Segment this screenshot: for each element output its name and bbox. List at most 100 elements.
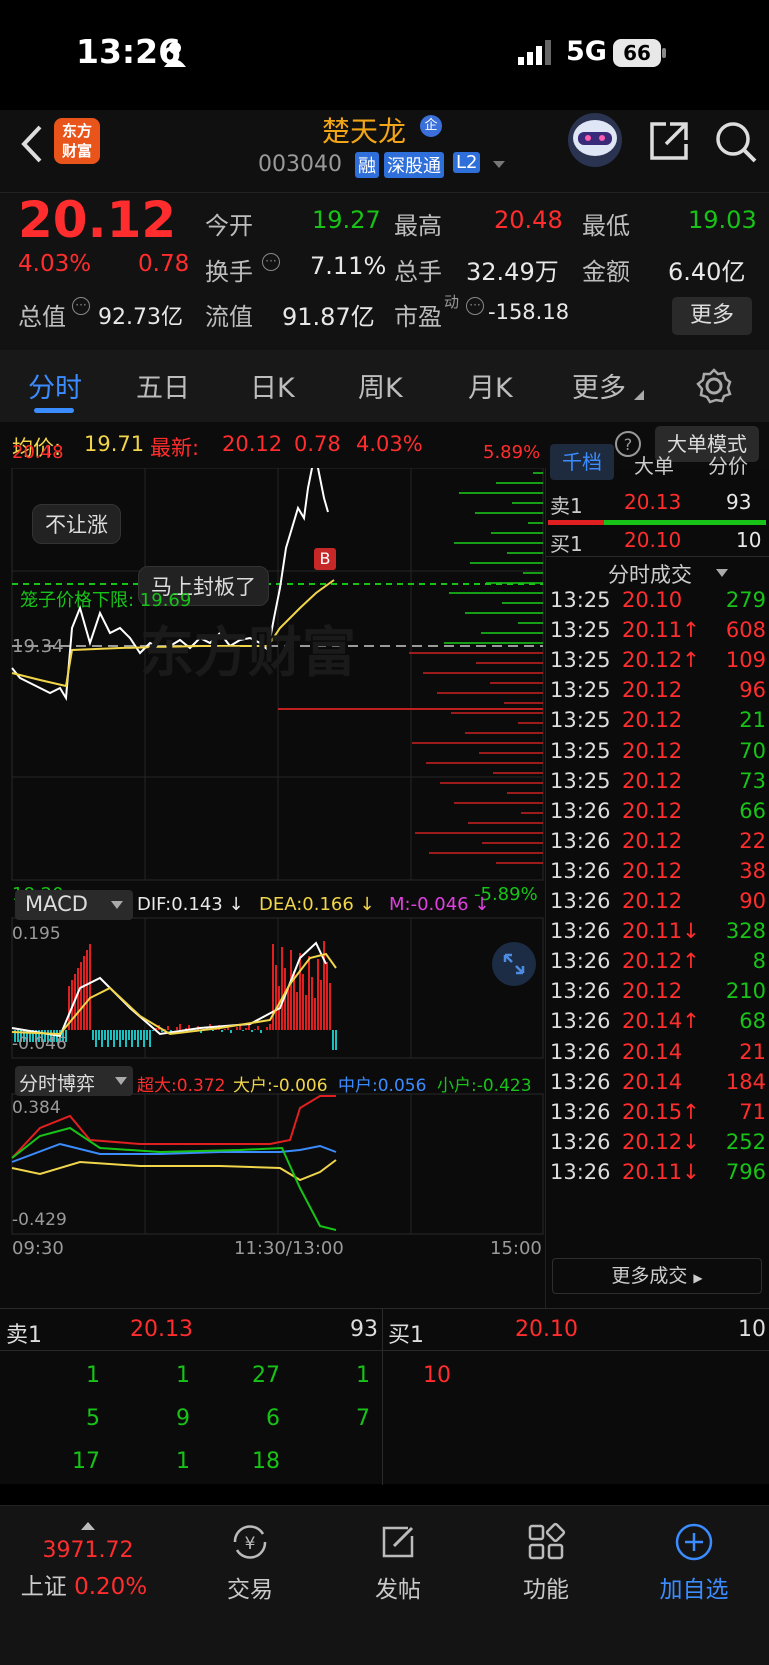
macd-bar (122, 1030, 124, 1040)
tick-price: 20.11↑ (622, 618, 700, 643)
tab-large-orders[interactable]: 大单 (634, 450, 674, 479)
last-price: 20.12 (18, 191, 177, 249)
depth-bar (454, 542, 543, 544)
note-bubble-1[interactable]: 不让涨 (32, 504, 121, 544)
tab-daily-k[interactable]: 日K (250, 366, 295, 405)
volume-value: 32.49万 (466, 258, 559, 286)
more-button[interactable]: 更多 (672, 297, 752, 335)
low-value: 19.03 (688, 206, 757, 234)
depth-bar (426, 762, 543, 764)
macd-bar (332, 1030, 334, 1050)
robot-avatar-icon[interactable] (566, 110, 624, 170)
tick-volume: 22 (739, 828, 766, 853)
info-icon[interactable]: ··· (72, 297, 90, 315)
sell1-label: 卖1 (550, 494, 583, 518)
tab-monthly-k[interactable]: 月K (468, 366, 513, 405)
info-icon[interactable]: ··· (466, 297, 484, 315)
macd-bar (134, 1030, 136, 1040)
nav-functions[interactable]: 功能 (486, 1522, 606, 1604)
macd-selector[interactable]: MACD (15, 890, 133, 920)
macd-bar (248, 1025, 250, 1030)
queue-sell-cell: 17 (72, 1449, 100, 1474)
tick-row: 13:26 20.15↑ 71 (546, 1100, 769, 1132)
search-icon[interactable] (714, 120, 758, 164)
volume-label: 总手 (394, 258, 442, 286)
tab-five-day[interactable]: 五日 (136, 366, 190, 405)
l2-tag: L2 (453, 152, 481, 173)
tick-price: 20.11↓ (622, 1159, 700, 1184)
macd-bar (326, 962, 328, 1030)
tick-time: 13:26 (550, 1099, 611, 1124)
queue-sell-cell: 27 (252, 1363, 280, 1388)
queue-sell-cell: 1 (86, 1363, 100, 1388)
tick-time: 13:25 (550, 618, 611, 643)
tick-row: 13:25 20.12↑ 109 (546, 648, 769, 680)
back-icon[interactable] (16, 124, 46, 164)
macd-bar (302, 974, 304, 1030)
macd-bar (275, 965, 277, 1030)
nav-add-watchlist[interactable]: 加自选 (634, 1522, 754, 1604)
corner-arrow-icon (634, 390, 644, 400)
nav-post[interactable]: 发帖 (338, 1522, 458, 1604)
depth-bar (518, 722, 543, 724)
flow-y-bottom: -0.429 (12, 1210, 67, 1230)
tick-row: 13:26 20.12↓ 252 (546, 1130, 769, 1162)
depth-bar (449, 592, 543, 594)
flow-selector[interactable]: 分时博弈 (15, 1066, 133, 1096)
tick-time: 13:25 (550, 648, 611, 673)
tick-volume: 184 (725, 1069, 766, 1094)
tick-volume: 796 (725, 1159, 766, 1184)
limit-price-label: 笼子价格下限: 19.69 (20, 590, 192, 611)
queue-sell-volume: 93 (350, 1317, 378, 1342)
tab-thousand-level[interactable]: 千档 (550, 444, 614, 480)
depth-bar (512, 502, 543, 504)
tick-time: 13:26 (550, 919, 611, 944)
macd-bar (92, 1030, 94, 1040)
tick-row: 13:26 20.12 66 (546, 799, 769, 831)
level2-panel: 千档 大单 分价 卖1 20.13 93 买1 20.10 10 分时成交 13… (545, 444, 769, 1308)
more-ticks-button[interactable]: 更多成交 ▶ (552, 1258, 762, 1294)
gear-icon[interactable] (696, 368, 732, 404)
tab-weekly-k[interactable]: 周K (358, 366, 403, 405)
sell1-volume: 93 (726, 490, 752, 514)
tick-time: 13:26 (550, 828, 611, 853)
tab-more[interactable]: 更多 (572, 366, 626, 405)
pe-label: 市盈 (394, 303, 442, 331)
depth-bar (415, 832, 543, 834)
battery-tip (662, 48, 666, 58)
ticks-header[interactable]: 分时成交 (546, 556, 769, 588)
share-icon[interactable] (648, 120, 690, 162)
macd-bar (131, 1030, 133, 1047)
macd-bar (179, 1024, 181, 1030)
queue-sell-cell: 7 (356, 1406, 370, 1431)
tick-price: 20.12↓ (622, 1129, 700, 1154)
y-axis-high: 20.48 (12, 442, 64, 463)
depth-bar (533, 472, 543, 474)
tick-row: 13:26 20.14 21 (546, 1040, 769, 1072)
buy-marker[interactable]: B (314, 548, 336, 570)
brand-logo[interactable]: 东方 财富 (54, 118, 100, 164)
pe-value: -158.18 (488, 300, 570, 324)
chevron-down-icon[interactable] (492, 160, 506, 170)
tick-price: 20.12↑ (622, 949, 700, 974)
buy1-label: 买1 (550, 532, 583, 556)
macd-bar (287, 989, 289, 1030)
tick-row: 13:26 20.14 184 (546, 1070, 769, 1102)
macd-bar (107, 1030, 109, 1047)
macd-bar (128, 1030, 130, 1040)
depth-bar (496, 862, 543, 864)
index-ticker[interactable]: 3971.72 上证 0.20% (21, 1522, 148, 1601)
nav-trade[interactable]: ¥ 交易 (190, 1522, 310, 1604)
depth-bar (470, 562, 543, 564)
info-icon[interactable]: ··· (262, 253, 280, 271)
tick-row: 13:25 20.11↑ 608 (546, 618, 769, 650)
period-tabs: 分时 五日 日K 周K 月K 更多 (0, 350, 769, 422)
tick-row: 13:26 20.12↑ 8 (546, 949, 769, 981)
tab-price-dist[interactable]: 分价 (708, 450, 748, 479)
tab-intraday[interactable]: 分时 (28, 366, 82, 405)
intraday-chart-area[interactable]: 20.48 5.89% 19.34 18.20 -5.89% 东方财富 不让涨 … (0, 442, 545, 1308)
macd-bar (311, 977, 313, 1030)
expand-icon[interactable] (492, 942, 536, 986)
macd-bar (149, 1030, 151, 1047)
macd-bar (110, 1030, 112, 1040)
